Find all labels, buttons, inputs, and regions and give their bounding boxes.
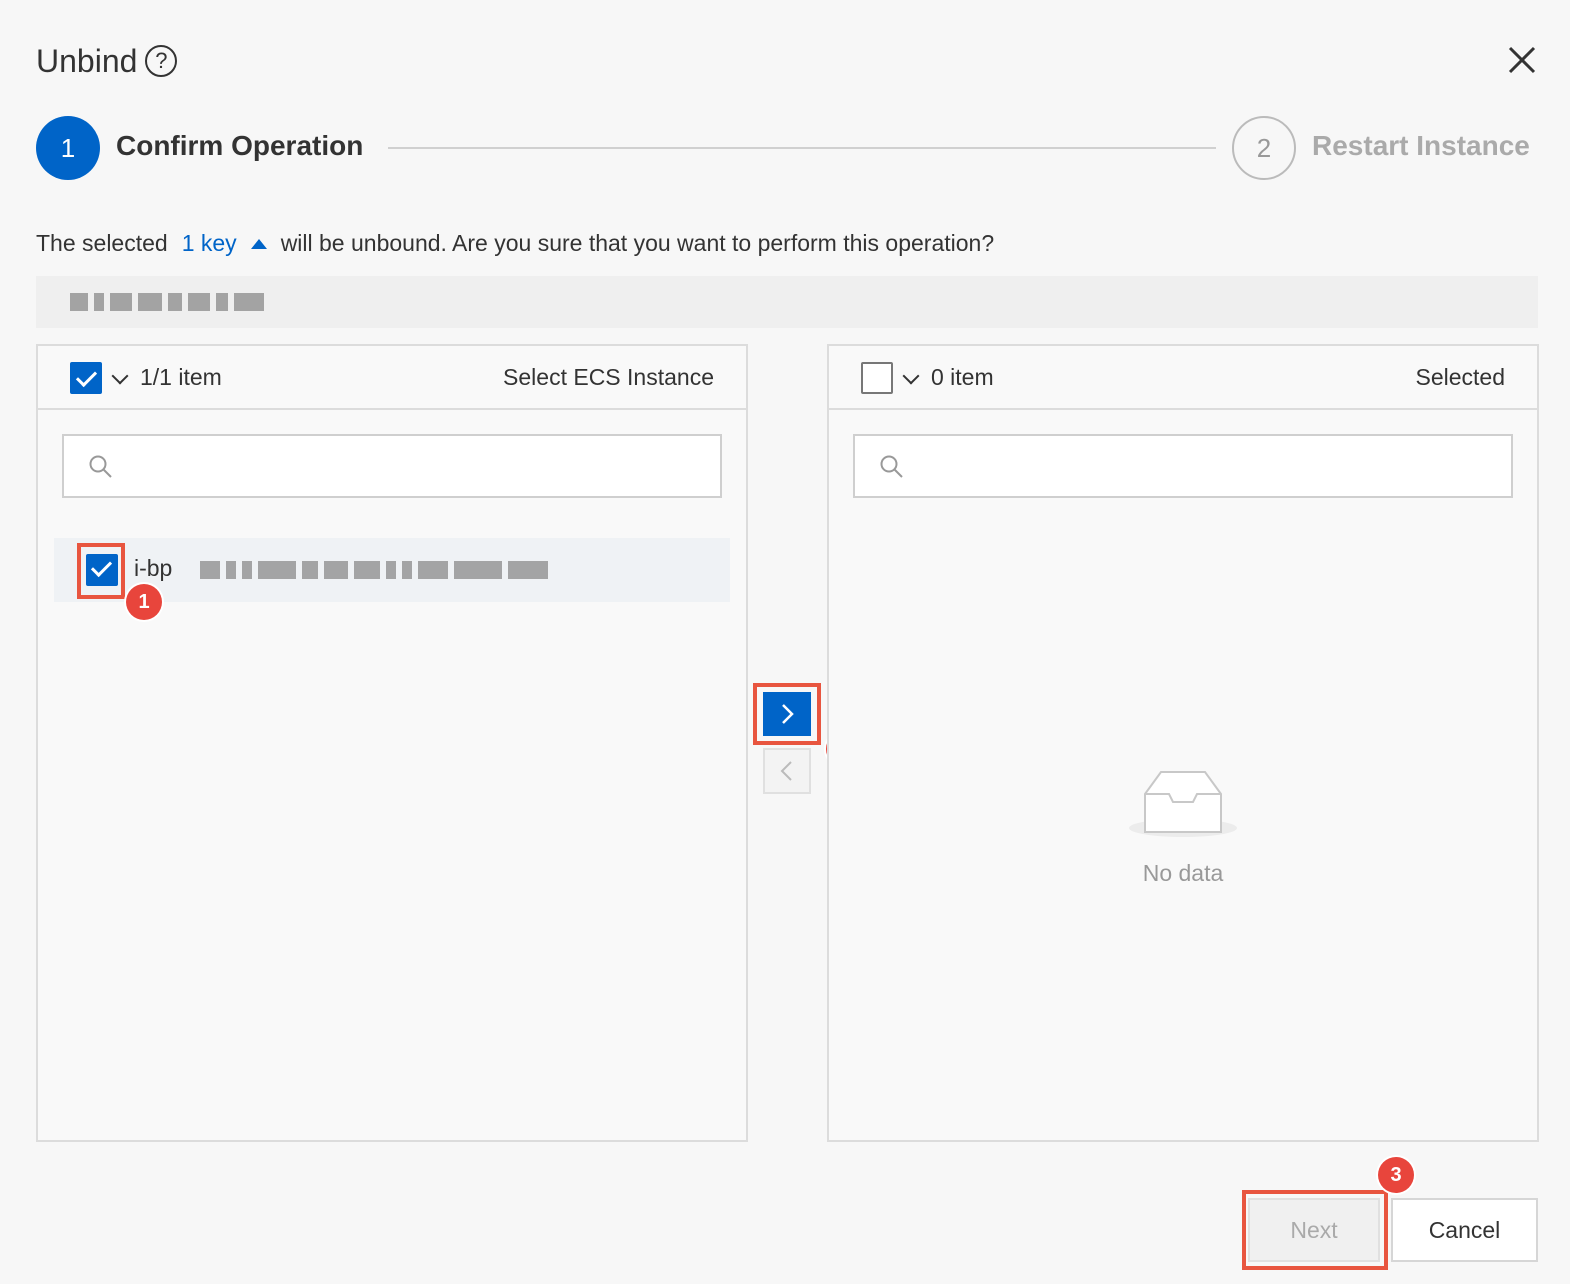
step-indicator: 1 Confirm Operation 2 Restart Instance (36, 116, 1540, 180)
annotation-badge-1: 1 (126, 584, 162, 620)
chevron-left-icon (780, 761, 792, 781)
target-count: 0 item (931, 364, 994, 390)
caret-up-icon[interactable] (250, 238, 267, 249)
step-number: 1 (36, 116, 100, 180)
search-icon (89, 455, 112, 478)
redacted-instance-id (200, 561, 548, 579)
confirmation-message: The selected 1 key will be unbound. Are … (36, 230, 994, 257)
help-icon[interactable]: ? (145, 45, 178, 77)
selected-keys-link[interactable]: 1 key (182, 230, 237, 257)
move-left-button[interactable] (763, 748, 811, 794)
step-connector (388, 147, 1216, 149)
dialog-header: Unbind ? (36, 36, 178, 86)
selected-key-list (36, 276, 1538, 328)
source-list-title: Select ECS Instance (503, 364, 714, 390)
annotation-highlight-3 (1242, 1190, 1388, 1270)
target-list-title: Selected (1415, 364, 1505, 390)
annotation-highlight-1 (77, 543, 125, 599)
message-prefix: The selected (36, 230, 168, 256)
annotation-badge-3: 3 (1378, 1157, 1414, 1193)
instance-id-prefix: i-bp (134, 555, 173, 581)
source-search-input[interactable] (62, 434, 722, 498)
select-all-checkbox[interactable] (70, 362, 102, 394)
chevron-down-icon[interactable] (111, 367, 129, 385)
annotation-highlight-2 (753, 683, 821, 745)
step-label: Restart Instance (1312, 130, 1530, 161)
close-icon[interactable] (1500, 38, 1544, 82)
select-all-checkbox[interactable] (861, 362, 893, 394)
chevron-down-icon[interactable] (902, 367, 920, 385)
empty-text: No data (1142, 860, 1224, 886)
message-suffix: will be unbound. Are you sure that you w… (280, 230, 995, 256)
target-list-panel: 0 item Selected No data (827, 344, 1539, 1142)
search-icon (880, 455, 903, 478)
target-list-header: 0 item Selected (829, 346, 1537, 410)
dialog-title: Unbind (36, 42, 138, 79)
source-count: 1/1 item (140, 364, 222, 390)
cancel-button[interactable]: Cancel (1391, 1198, 1538, 1262)
source-list-panel: 1/1 item Select ECS Instance i-bp (36, 344, 748, 1142)
empty-inbox-icon (1129, 771, 1237, 837)
step-number: 2 (1232, 116, 1296, 180)
target-search-input[interactable] (853, 434, 1513, 498)
redacted-key-name (70, 293, 264, 311)
step-label: Confirm Operation (116, 130, 364, 161)
source-list-header: 1/1 item Select ECS Instance (38, 346, 746, 410)
